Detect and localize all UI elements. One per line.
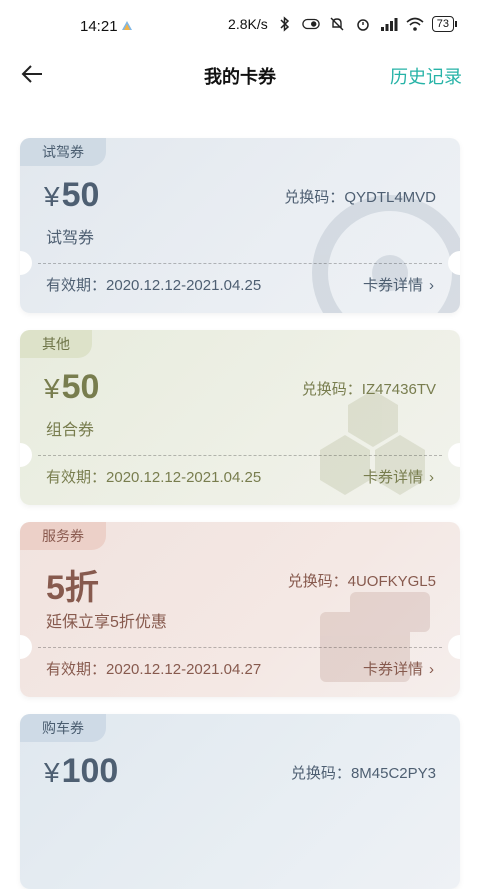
validity-label: 有效期： (46, 277, 107, 294)
amount-value: 100 (61, 752, 119, 790)
network-speed: 2.8K/s (228, 16, 268, 32)
toggle-icon (301, 18, 320, 30)
page-header: 我的卡券 历史记录 (0, 52, 480, 96)
coupon-amount: ¥50 (44, 176, 99, 215)
redeem-code: 兑换码：4UOFKYGL5 (288, 570, 436, 591)
code-value: 8M45C2PY3 (350, 765, 436, 782)
coupon-card[interactable]: 服务券 5折 延保立享5折优惠 兑换码：4UOFKYGL5 有效期：2020.1… (20, 522, 460, 697)
alarm-icon (357, 19, 369, 31)
detail-label: 卡券详情 (362, 661, 423, 678)
coupon-subtitle: 延保立享5折优惠 (46, 614, 167, 631)
currency-symbol: ¥ (44, 181, 60, 212)
code-value: 4UOFKYGL5 (347, 573, 436, 590)
amount-value: 50 (61, 176, 100, 214)
redeem-code: 兑换码：IZ47436TV (302, 378, 436, 399)
coupon-type-tag: 其他 (20, 330, 92, 358)
code-label: 兑换码： (301, 381, 362, 398)
validity-dates: 2020.12.12-2021.04.27 (106, 661, 262, 678)
history-link[interactable]: 历史记录 (390, 63, 462, 89)
validity-label: 有效期： (46, 661, 107, 678)
chevron-right-icon: › (429, 469, 434, 486)
dashed-divider (38, 455, 442, 456)
app-notification-icon (122, 21, 132, 30)
validity-label: 有效期： (46, 469, 107, 486)
redeem-code: 兑换码：QYDTL4MVD (284, 186, 436, 207)
code-value: IZ47436TV (361, 381, 436, 398)
validity-period: 有效期：2020.12.12-2021.04.25 (46, 466, 261, 487)
coupon-subtitle: 试驾券 (46, 230, 95, 247)
code-value: QYDTL4MVD (344, 189, 436, 206)
status-icons: 2.8K/s 73 (228, 16, 458, 32)
status-bar: 14:21 2.8K/s 73 (0, 0, 480, 52)
signal-icon (380, 18, 398, 31)
coupon-detail-link[interactable]: 卡券详情 › (363, 466, 434, 487)
dashed-divider (38, 263, 442, 264)
currency-symbol: ¥ (44, 373, 60, 404)
bluetooth-icon (280, 16, 289, 32)
coupon-type-tag: 试驾券 (20, 138, 106, 166)
code-label: 兑换码： (287, 573, 348, 590)
coupon-type-tag: 购车券 (20, 714, 106, 742)
wifi-icon (406, 17, 424, 31)
code-label: 兑换码： (290, 765, 351, 782)
detail-label: 卡券详情 (362, 277, 423, 294)
coupon-card[interactable]: 试驾券 ¥50 试驾券 兑换码：QYDTL4MVD 有效期：2020.12.12… (20, 138, 460, 313)
coupon-detail-link[interactable]: 卡券详情 › (363, 274, 434, 295)
validity-period: 有效期：2020.12.12-2021.04.27 (46, 658, 261, 679)
coupon-subtitle: 组合券 (46, 422, 95, 439)
detail-label: 卡券详情 (362, 469, 423, 486)
coupon-card[interactable]: 购车券 ¥100 兑换码：8M45C2PY3 (20, 714, 460, 889)
mute-icon (330, 17, 344, 31)
coupon-card[interactable]: 其他 ¥50 组合券 兑换码：IZ47436TV 有效期：2020.12.12-… (20, 330, 460, 505)
coupon-amount: ¥50 (44, 368, 99, 407)
dashed-divider (38, 647, 442, 648)
validity-dates: 2020.12.12-2021.04.25 (106, 277, 262, 294)
coupon-amount: 5折 (44, 560, 99, 609)
amount-value: 5折 (46, 569, 99, 607)
amount-value: 50 (61, 368, 100, 406)
code-label: 兑换码： (284, 189, 345, 206)
card-notch (20, 251, 32, 275)
currency-symbol: ¥ (44, 757, 60, 788)
status-time: 14:21 (80, 18, 118, 35)
coupon-type-tag: 服务券 (20, 522, 106, 550)
validity-period: 有效期：2020.12.12-2021.04.25 (46, 274, 261, 295)
coupon-amount: ¥100 (44, 752, 118, 791)
validity-dates: 2020.12.12-2021.04.25 (106, 469, 262, 486)
chevron-right-icon: › (429, 277, 434, 294)
redeem-code: 兑换码：8M45C2PY3 (291, 762, 436, 783)
chevron-right-icon: › (429, 661, 434, 678)
card-notch (20, 443, 32, 467)
coupon-detail-link[interactable]: 卡券详情 › (363, 658, 434, 679)
card-notch (20, 635, 32, 659)
battery-indicator: 73 (431, 16, 458, 32)
